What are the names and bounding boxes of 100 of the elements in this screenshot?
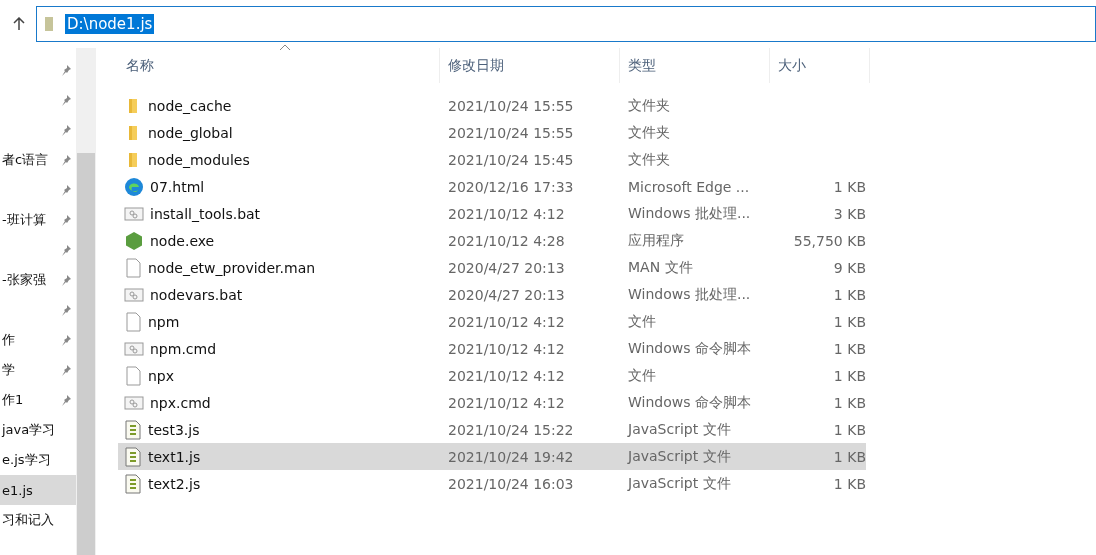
file-icon [124,257,142,278]
file-icon [124,311,142,332]
date-cell-text: 2021/10/24 15:55 [447,124,575,141]
date-cell-text: 2021/10/24 15:55 [447,97,575,114]
sidebar-item[interactable]: 者c语言 [0,145,76,175]
file-name: node.exe [150,232,215,249]
type-cell-text: Windows 命令脚本 [627,339,752,358]
date-cell-text: 2021/10/12 4:12 [447,367,566,384]
file-name: node_etw_provider.man [148,259,316,276]
file-row[interactable]: node_global 2021/10/24 15:55 文件夹 [118,119,866,146]
type-cell-text: Microsoft Edge ... [627,178,751,195]
file-name: nodevars.bat [150,286,243,303]
file-row[interactable]: install_tools.bat 2021/10/12 4:12 Windows 批处理... 3 KB [118,200,866,227]
file-name: npm [148,313,180,330]
sidebar-item[interactable]: e1.js [0,475,76,505]
sidebar-item[interactable]: 作1 [0,385,76,415]
file-row[interactable]: text2.js 2021/10/24 16:03 JavaScript 文件 1 KB [118,470,866,497]
size-cell-text: 55,750 KB [792,232,866,249]
size-cell-text: 1 KB [832,178,866,195]
file-name: npm.cmd [150,340,217,357]
file-name: text1.js [148,448,201,465]
file-name: node_modules [148,151,250,168]
script-file-icon [124,446,142,467]
column-header[interactable]: 名称 [118,48,440,83]
file-name: npx [148,367,175,384]
file-row[interactable]: node.exe 2021/10/12 4:28 应用程序 55,750 KB [118,227,866,254]
sidebar-item[interactable]: 学 [0,355,76,385]
file-icon [124,365,142,386]
column-header[interactable]: 大小 [770,48,870,83]
gear-file-icon [124,204,144,223]
type-cell-text: 文件夹 [627,150,671,169]
type-cell-text: Windows 批处理... [627,285,752,304]
date-cell-text: 2021/10/24 15:22 [447,421,575,438]
date-cell-text: 2021/10/24 15:45 [447,151,575,168]
sidebar-item[interactable]: 作 [0,325,76,355]
file-row[interactable]: npm.cmd 2021/10/12 4:12 Windows 命令脚本 1 KB [118,335,866,362]
size-cell-text: 1 KB [832,340,866,357]
date-cell-text: 2020/12/16 17:33 [447,178,575,195]
size-cell-text: 1 KB [832,421,866,438]
date-cell-text: 2020/4/27 20:13 [447,286,566,303]
sidebar-item[interactable]: e.js学习 [0,445,76,475]
gear-file-icon [124,285,144,304]
type-cell-text: JavaScript 文件 [626,447,732,466]
type-cell-text: JavaScript 文件 [626,420,732,439]
file-name: node_cache [148,97,232,114]
size-cell-text: 1 KB [832,394,866,411]
scrollbar[interactable] [76,48,96,555]
date-cell-text: 2021/10/12 4:12 [447,205,566,222]
file-name: 07.html [150,178,205,195]
address-field[interactable]: D:\node1.js [36,6,1096,42]
date-cell-text: 2021/10/12 4:12 [447,340,566,357]
gear-file-icon [124,393,144,412]
file-row[interactable]: nodevars.bat 2020/4/27 20:13 Windows 批处理... 1 KB [118,281,866,308]
hexagon-icon [124,230,144,251]
file-row[interactable]: text1.js 2021/10/24 19:42 JavaScript 文件 1 KB [118,443,866,470]
date-cell-text: 2021/10/24 16:03 [447,475,575,492]
file-name: npx.cmd [150,394,211,411]
size-cell-text: 1 KB [832,475,866,492]
file-row[interactable]: 07.html 2020/12/16 17:33 Microsoft Edge ... 1 KB [118,173,866,200]
file-row[interactable]: node_etw_provider.man 2020/4/27 20:13 MAN 文件 9 KB [118,254,866,281]
size-cell-text: 3 KB [832,205,866,222]
date-cell-text: 2021/10/12 4:28 [447,232,566,249]
column-header[interactable]: 类型 [620,48,770,83]
file-row[interactable]: npx.cmd 2021/10/12 4:12 Windows 命令脚本 1 KB [118,389,866,416]
date-cell-text: 2021/10/24 19:42 [447,448,575,465]
size-cell-text: 1 KB [832,286,866,303]
up-arrow-icon [13,17,25,31]
file-name: test3.js [148,421,200,438]
type-cell-text: JavaScript 文件 [626,474,732,493]
type-cell-text: 文件夹 [627,96,671,115]
script-file-icon [124,473,142,494]
file-row[interactable]: node_modules 2021/10/24 15:45 文件夹 [118,146,866,173]
date-cell-text: 2021/10/12 4:12 [447,394,566,411]
sidebar-item[interactable]: java学习 [0,415,76,445]
type-cell-text: 应用程序 [627,231,685,250]
date-cell-text: 2021/10/12 4:12 [447,313,566,330]
type-cell-text: Windows 命令脚本 [627,393,752,412]
file-name: install_tools.bat [150,205,261,222]
sidebar-item[interactable]: 习和记入 [0,505,76,535]
size-cell-text: 9 KB [832,259,866,276]
file-row[interactable]: node_cache 2021/10/24 15:55 文件夹 [118,92,866,119]
file-name: text2.js [148,475,201,492]
date-cell-text: 2020/4/27 20:13 [447,259,566,276]
type-cell-text: 文件夹 [627,123,671,142]
size-cell-text: 1 KB [832,313,866,330]
file-row[interactable]: npm 2021/10/12 4:12 文件 1 KB [118,308,866,335]
file-row[interactable]: test3.js 2021/10/24 15:22 JavaScript 文件 1 KB [118,416,866,443]
type-cell-text: 文件 [627,366,657,385]
browser-icon [124,176,144,197]
type-cell-text: Windows 批处理... [627,204,752,223]
file-name: node_global [148,124,233,141]
sidebar-item[interactable]: -张家强 [0,265,76,295]
sidebar-item[interactable]: -班计算 [0,205,76,235]
type-cell-text: MAN 文件 [627,258,694,277]
size-cell-text: 1 KB [832,448,866,465]
file-row[interactable]: npx 2021/10/12 4:12 文件 1 KB [118,362,866,389]
script-file-icon [124,419,142,440]
size-cell-text: 1 KB [832,367,866,384]
folder-icon [43,15,55,33]
column-header[interactable]: 修改日期 [440,48,620,83]
